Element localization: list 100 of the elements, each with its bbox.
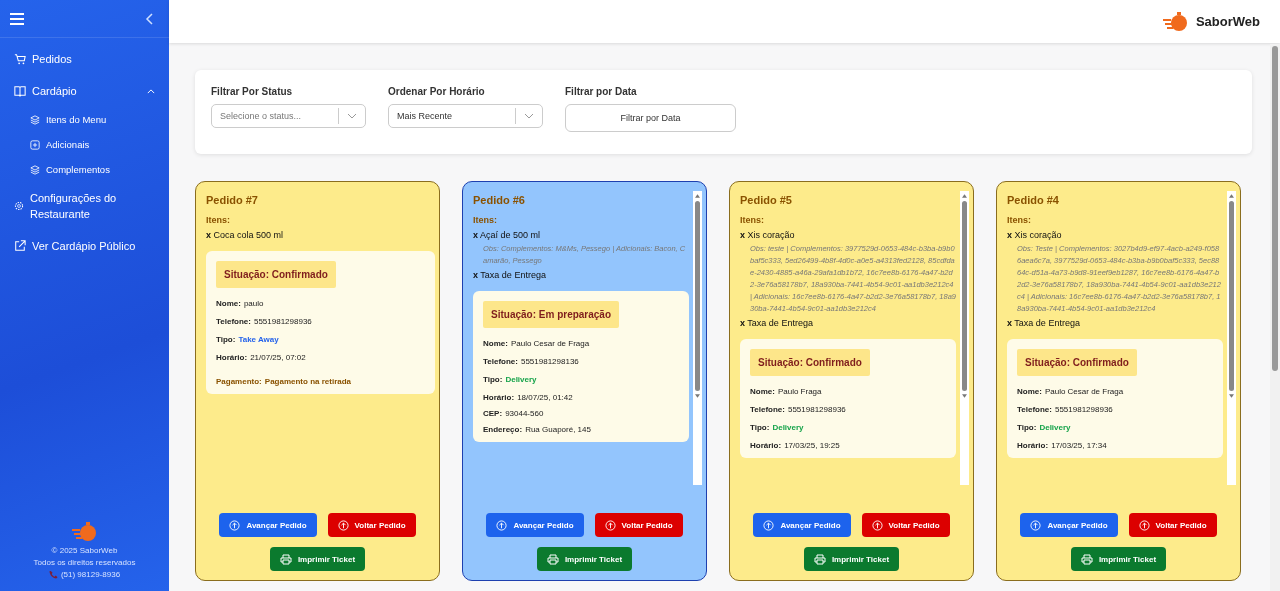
items-label: Itens:: [740, 215, 765, 225]
field-label: Nome:: [1017, 387, 1042, 396]
print-button[interactable]: Imprimir Ticket: [536, 547, 633, 571]
order-title: Pedido #4: [1007, 194, 1060, 206]
nav-item[interactable]: Cardápio: [0, 76, 169, 106]
action-button[interactable]: Avançar Pedido: [219, 513, 317, 537]
field-label: Telefone:: [750, 405, 785, 414]
items-label: Itens:: [206, 215, 231, 225]
action-button[interactable]: Voltar Pedido: [861, 513, 950, 537]
select-field[interactable]: Mais Recente: [388, 104, 543, 128]
order-title: Pedido #7: [206, 194, 259, 206]
menu-icon[interactable]: [10, 13, 24, 25]
field-label: Nome:: [750, 387, 775, 396]
collapse-chevron-icon[interactable]: [145, 13, 153, 25]
action-button[interactable]: Voltar Pedido: [594, 513, 683, 537]
circle-arrow-icon: [496, 519, 508, 531]
field-label: Horário:: [216, 353, 248, 362]
field-value: 5551981298936: [253, 317, 312, 326]
scroll-down-arrow-icon[interactable]: [962, 394, 967, 398]
settings-icon: [14, 201, 24, 211]
order-item: x Xis coração: [740, 230, 796, 240]
field-value: Pagamento na retirada: [264, 377, 352, 386]
dropdown-chevron-icon: [524, 113, 534, 119]
circle-arrow-icon: [1138, 519, 1150, 531]
field-value: paulo: [243, 299, 264, 308]
stopwatch-logo-icon: [1161, 10, 1190, 33]
phone-icon: [48, 570, 58, 579]
printer-icon: [813, 553, 826, 565]
stopwatch-logo-icon: [71, 521, 98, 543]
nav-subitem[interactable]: Complementos: [0, 158, 169, 181]
action-button[interactable]: Avançar Pedido: [486, 513, 584, 537]
field-value: 5551981298136: [520, 357, 579, 366]
scroll-up-arrow-icon[interactable]: [962, 194, 967, 198]
field-label: Tipo:: [216, 335, 236, 344]
field-label: Telefone:: [1017, 405, 1052, 414]
field-value: Delivery: [1039, 423, 1071, 432]
order-item: x Taxa de Entrega: [740, 318, 814, 328]
field-value: Paulo Fraga: [777, 387, 822, 396]
filter-label: Ordenar Por Horário: [388, 86, 486, 97]
filter-label: Filtrar Por Status: [211, 86, 294, 97]
field-label: Nome:: [216, 299, 241, 308]
field-label: Tipo:: [483, 375, 503, 384]
print-button[interactable]: Imprimir Ticket: [269, 547, 366, 571]
nav-subitem[interactable]: Adicionais: [0, 133, 169, 156]
action-button[interactable]: Avançar Pedido: [1020, 513, 1118, 537]
field-label: Telefone:: [216, 317, 251, 326]
scroll-up-arrow-icon[interactable]: [695, 194, 700, 198]
scroll-down-arrow-icon[interactable]: [695, 394, 700, 398]
order-item: x Coca cola 500 ml: [206, 230, 285, 240]
status-badge: Situação: Confirmado: [1017, 349, 1137, 376]
scrollbar[interactable]: [960, 191, 969, 485]
scrollbar[interactable]: [1227, 191, 1236, 485]
field-value: Delivery: [505, 375, 537, 384]
field-label: Horário:: [483, 393, 515, 402]
field-value: Delivery: [772, 423, 804, 432]
order-title: Pedido #6: [473, 194, 526, 206]
print-button[interactable]: Imprimir Ticket: [1070, 547, 1167, 571]
select-field[interactable]: Selecione o status...: [211, 104, 366, 128]
date-filter-button[interactable]: Filtrar por Data: [565, 104, 736, 132]
dropdown-chevron-icon: [347, 113, 357, 119]
action-button[interactable]: Avançar Pedido: [753, 513, 851, 537]
circle-arrow-icon: [604, 519, 616, 531]
circle-arrow-icon: [1030, 519, 1042, 531]
field-label: Telefone:: [483, 357, 518, 366]
field-label: Pagamento:: [216, 377, 262, 386]
circle-arrow-icon: [763, 519, 775, 531]
items-label: Itens:: [1007, 215, 1032, 225]
nav-item[interactable]: Pedidos: [0, 44, 169, 74]
print-button[interactable]: Imprimir Ticket: [803, 547, 900, 571]
field-label: Endereço:: [483, 425, 523, 434]
nav-item[interactable]: Ver Cardápio Público: [0, 231, 169, 261]
nav-item[interactable]: Configurações do Restaurante: [0, 183, 169, 229]
scroll-down-arrow-icon[interactable]: [1229, 394, 1234, 398]
order-item: x Taxa de Entrega: [1007, 318, 1081, 328]
plus-square-icon: [30, 139, 40, 150]
field-value: 18/07/25, 01:42: [517, 393, 573, 402]
field-value: Paulo Cesar de Fraga: [1044, 387, 1124, 396]
field-value: 17/03/25, 17:34: [1051, 441, 1107, 450]
circle-arrow-icon: [229, 519, 241, 531]
field-label: CEP:: [483, 409, 503, 418]
order-title: Pedido #5: [740, 194, 793, 206]
printer-icon: [1080, 553, 1093, 565]
rights-text: Todos os direitos reservados: [33, 558, 136, 567]
copyright-text: © 2025 SaborWeb: [51, 546, 118, 555]
page-scrollbar[interactable]: [1270, 44, 1280, 591]
action-button[interactable]: Voltar Pedido: [327, 513, 416, 537]
nav-subitem[interactable]: Itens do Menu: [0, 108, 169, 131]
scroll-up-arrow-icon[interactable]: [1229, 194, 1234, 198]
field-value: Paulo Cesar de Fraga: [510, 339, 590, 348]
field-label: Horário:: [1017, 441, 1049, 450]
field-label: Tipo:: [750, 423, 770, 432]
field-value: 5551981298936: [787, 405, 846, 414]
field-value: 5551981298936: [1054, 405, 1113, 414]
order-item: x Xis coração: [1007, 230, 1063, 240]
field-label: Nome:: [483, 339, 508, 348]
field-value: 93044-560: [505, 409, 544, 418]
scrollbar[interactable]: [693, 191, 702, 485]
items-label: Itens:: [473, 215, 498, 225]
action-button[interactable]: Voltar Pedido: [1128, 513, 1217, 537]
field-value: 17/03/25, 19:25: [784, 441, 840, 450]
